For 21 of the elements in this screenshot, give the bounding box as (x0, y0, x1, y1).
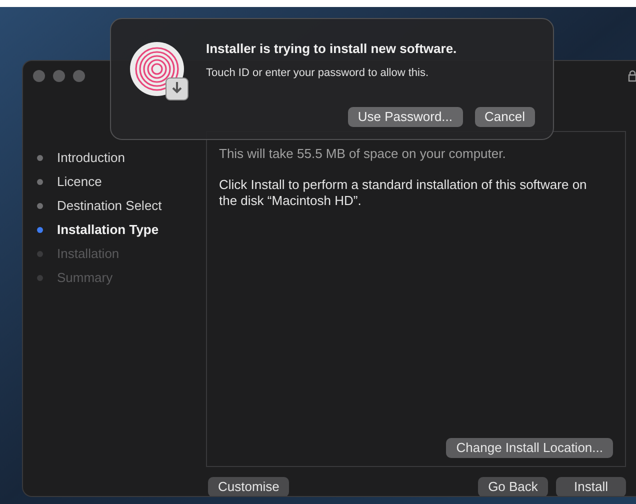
step-label: Installation (57, 245, 120, 264)
install-button[interactable]: Install (556, 477, 626, 496)
use-password-button[interactable]: Use Password... (348, 107, 463, 127)
fingerprint-icon (128, 41, 188, 101)
step-label: Installation Type (57, 221, 159, 240)
size-note: This will take 55.5 MB of space on your computer. (219, 145, 507, 163)
lock-icon (628, 70, 636, 82)
minimize-button[interactable] (53, 70, 65, 82)
step-label: Destination Select (57, 197, 162, 216)
dialog-title: Installer is trying to install new software. (206, 40, 458, 58)
close-button[interactable] (33, 70, 45, 82)
zoom-button[interactable] (73, 70, 85, 82)
go-back-button[interactable]: Go Back (478, 477, 548, 496)
change-location-button[interactable]: Change Install Location... (446, 438, 613, 458)
dialog-message: Touch ID or enter your password to allow this. (206, 66, 430, 80)
customise-button[interactable]: Customise (208, 477, 290, 496)
step-label: Summary (57, 269, 113, 288)
cancel-button[interactable]: Cancel (474, 107, 535, 127)
step-label: Introduction (57, 149, 125, 168)
instructions-text: Click Install to perform a standard installation of this software on the disk “Macintosh HD”. (219, 176, 588, 208)
step-label: Licence (57, 173, 102, 192)
